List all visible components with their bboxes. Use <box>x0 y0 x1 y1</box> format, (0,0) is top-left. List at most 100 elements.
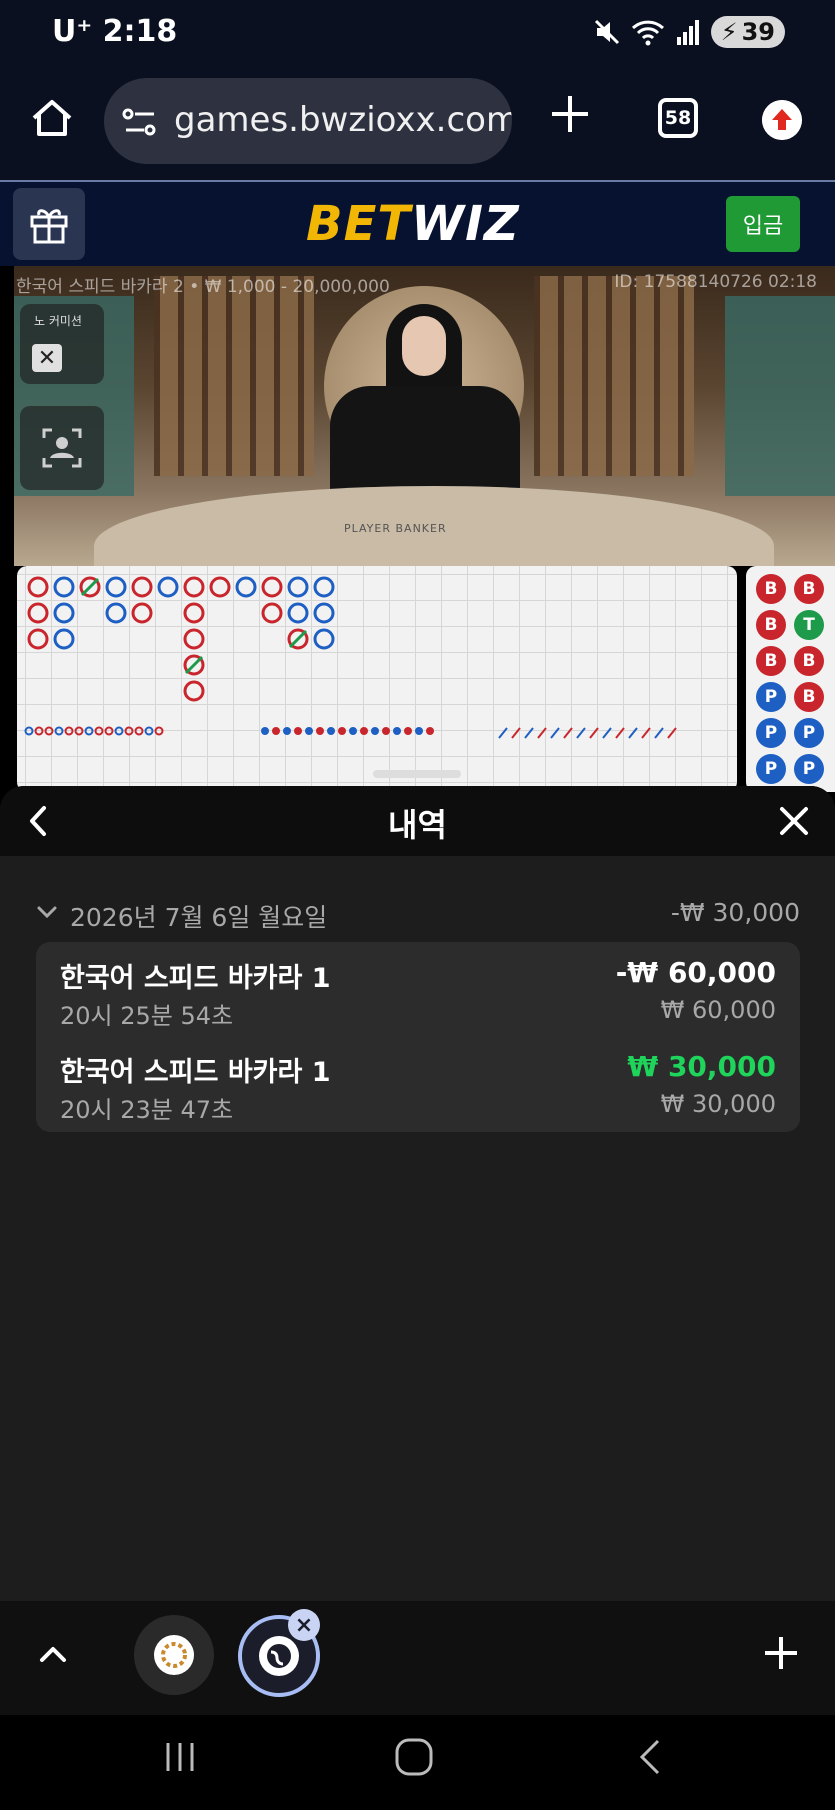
cockroach-road-marker <box>602 727 612 739</box>
deposit-button[interactable]: 입금 <box>726 196 800 252</box>
road-marker <box>131 576 153 598</box>
road-marker <box>183 628 205 650</box>
chevron-down-icon[interactable] <box>36 904 58 920</box>
small-road-marker <box>382 727 390 735</box>
battery-indicator: ⚡ 39 <box>710 16 785 48</box>
transaction-row[interactable]: 한국어 스피드 바카라 1 20시 25분 54초 -₩ 60,000 ₩ 60… <box>60 956 776 1036</box>
transaction-row[interactable]: 한국어 스피드 바카라 1 20시 23분 47초 ₩ 30,000 ₩ 30,… <box>60 1050 776 1130</box>
tx-stake: ₩ 60,000 <box>660 996 776 1024</box>
user-icon <box>42 428 82 468</box>
clock: 2:18 <box>102 14 178 49</box>
chevron-up-icon[interactable] <box>36 1637 70 1671</box>
gift-button[interactable] <box>13 188 85 260</box>
tx-time: 20시 23분 47초 <box>60 1096 234 1124</box>
road-marker <box>235 576 257 598</box>
cockroach-road-marker <box>615 727 625 739</box>
small-road-marker <box>360 727 368 735</box>
small-road-marker <box>393 727 401 735</box>
transaction-list: 한국어 스피드 바카라 1 20시 25분 54초 -₩ 60,000 ₩ 60… <box>36 942 800 1132</box>
road-marker <box>53 628 75 650</box>
bead-p: P <box>756 754 786 784</box>
cockroach-road-marker <box>667 727 677 739</box>
battery-level: 39 <box>741 18 775 46</box>
road-marker <box>105 602 127 624</box>
close-icon[interactable]: ✕ <box>32 344 62 372</box>
bead-p: P <box>794 754 824 784</box>
tx-time: 20시 25분 54초 <box>60 1002 234 1030</box>
small-road-marker <box>338 727 346 735</box>
eye-road-marker <box>54 726 64 736</box>
bead-p: P <box>794 718 824 748</box>
eye-road-marker <box>94 726 104 736</box>
url-text[interactable]: games.bwzioxx.com/ <box>174 100 512 140</box>
back-nav-icon[interactable] <box>630 1735 670 1779</box>
home-icon[interactable] <box>30 96 74 140</box>
bead-b: B <box>756 646 786 676</box>
cockroach-road-marker <box>654 727 664 739</box>
wifi-icon <box>631 20 664 46</box>
cockroach-road-marker <box>537 727 547 739</box>
road-marker <box>183 576 205 598</box>
tx-amount: -₩ 60,000 <box>615 956 776 989</box>
road-marker <box>313 628 335 650</box>
tx-game: 한국어 스피드 바카라 1 <box>60 1057 331 1088</box>
cockroach-road-marker <box>498 727 508 739</box>
date-group-header[interactable]: 2026년 7월 6일 월요일 -₩ 30,000 <box>36 898 800 934</box>
dealer-face <box>402 316 446 376</box>
table-label: PLAYER BANKER <box>344 522 447 535</box>
home-nav-icon[interactable] <box>392 1735 436 1779</box>
close-icon[interactable] <box>777 804 811 838</box>
game-caption: 한국어 스피드 바카라 2 • ₩ 1,000 - 20,000,000 <box>16 277 390 297</box>
bead-p: P <box>756 682 786 712</box>
new-tab-icon[interactable] <box>548 92 592 136</box>
site-settings-icon[interactable] <box>122 106 158 138</box>
cockroach-road-marker <box>589 727 599 739</box>
close-tab-icon[interactable]: × <box>288 1609 320 1641</box>
road-marker <box>313 576 335 598</box>
logo-bet: BET <box>306 196 412 252</box>
gift-icon <box>30 209 68 244</box>
no-commission-toggle[interactable]: 노 커미션 ✕ <box>20 304 104 384</box>
small-road-marker <box>305 727 313 735</box>
tab-count: 58 <box>664 107 692 129</box>
tab-favicon-1[interactable] <box>134 1615 214 1695</box>
add-tab-icon[interactable] <box>763 1635 799 1671</box>
road-marker <box>287 602 309 624</box>
sheet-title: 내역 <box>388 806 447 844</box>
small-road-marker <box>272 727 280 735</box>
tx-stake: ₩ 30,000 <box>660 1090 776 1118</box>
globe-icon <box>259 1636 299 1676</box>
road-marker <box>261 602 283 624</box>
user-view-button[interactable] <box>20 406 104 490</box>
road-marker <box>53 602 75 624</box>
eye-road-marker <box>114 726 124 736</box>
roadmap-scoreboard[interactable] <box>17 566 737 792</box>
status-bar: U⁺ 2:18 ⚡ 39 <box>0 0 835 64</box>
road-marker <box>183 602 205 624</box>
live-dealer-video[interactable]: PLAYER BANKER <box>14 266 835 566</box>
small-road-marker <box>294 727 302 735</box>
road-marker <box>131 602 153 624</box>
road-marker <box>27 576 49 598</box>
tab-switcher-button[interactable]: 58 <box>658 98 698 138</box>
small-road-marker <box>371 727 379 735</box>
signal-icon <box>676 20 699 45</box>
bead-b: B <box>794 574 824 604</box>
charging-icon: ⚡ <box>720 18 738 46</box>
bead-b: B <box>794 682 824 712</box>
address-bar[interactable]: games.bwzioxx.com/ <box>104 78 512 164</box>
bead-b: B <box>794 646 824 676</box>
eye-road-marker <box>74 726 84 736</box>
road-marker <box>313 602 335 624</box>
recent-apps-icon[interactable] <box>160 1737 200 1777</box>
sheet-header: 내역 <box>0 786 835 856</box>
bead-p: P <box>756 718 786 748</box>
bead-road[interactable]: BBBTBBPBPPPP <box>746 566 835 792</box>
update-arrow-icon[interactable] <box>762 100 802 140</box>
small-road-marker <box>426 727 434 735</box>
sheet-drag-handle[interactable] <box>373 770 461 778</box>
eye-road-marker <box>84 726 94 736</box>
betwiz-logo[interactable]: BETWIZ <box>306 196 520 252</box>
eye-road-marker <box>144 726 154 736</box>
eye-road-marker <box>44 726 54 736</box>
